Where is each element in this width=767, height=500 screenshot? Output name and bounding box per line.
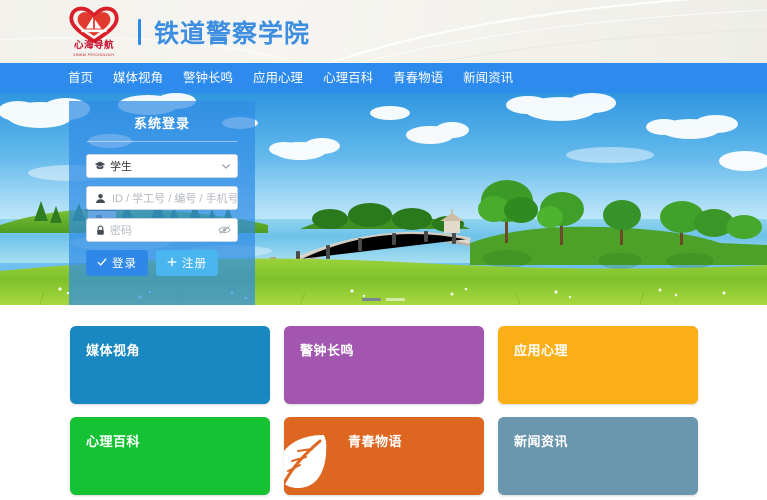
eye-slash-icon[interactable]	[218, 225, 231, 236]
card-news[interactable]: 新闻资讯	[498, 417, 698, 495]
brand[interactable]: 心海导航 XINHAI PSYCHOLOGY 铁道警察学院	[60, 0, 310, 63]
category-card-grid: 媒体视角 警钟长鸣 应用心理 心理百科 青春物语 新闻资讯	[70, 326, 698, 495]
password-input[interactable]: 密码	[86, 218, 238, 242]
card-media-perspective[interactable]: 媒体视角	[70, 326, 270, 404]
password-input-placeholder: 密码	[110, 225, 132, 237]
plus-icon	[167, 257, 177, 270]
nav-item-wiki[interactable]: 心理百科	[323, 63, 373, 93]
role-select[interactable]: 学生	[86, 154, 238, 178]
graduation-cap-icon	[93, 160, 107, 172]
logo-text: 心海导航	[73, 40, 114, 51]
check-icon	[97, 257, 107, 270]
lock-icon	[93, 225, 107, 236]
login-actions: 登录 注册	[86, 250, 238, 276]
site-title: 铁道警察学院	[154, 19, 311, 48]
leaf-icon	[284, 435, 327, 488]
card-youth-stories[interactable]: 青春物语	[284, 417, 484, 495]
nav-item-applied[interactable]: 应用心理	[253, 63, 303, 93]
account-input-placeholder: ID / 学工号 / 编号 / 手机号	[112, 193, 239, 205]
main-navigation: 首页 媒体视角 警钟长鸣 应用心理 心理百科 青春物语 新闻资讯	[0, 63, 767, 93]
card-label: 心理百科	[86, 434, 141, 449]
logo[interactable]: 心海导航 XINHAI PSYCHOLOGY	[60, 4, 128, 60]
login-panel-title: 系统登录	[133, 116, 190, 131]
nav-item-alarm[interactable]: 警钟长鸣	[183, 63, 233, 93]
brand-divider	[138, 18, 141, 45]
role-select-value: 学生	[110, 161, 132, 173]
nav-items: 首页 媒体视角 警钟长鸣 应用心理 心理百科 青春物语 新闻资讯	[68, 63, 513, 93]
heart-sailboat-icon	[69, 6, 119, 43]
register-button[interactable]: 注册	[156, 250, 218, 276]
carousel-dot-2[interactable]	[386, 298, 405, 301]
card-label: 青春物语	[348, 434, 403, 449]
login-title-divider	[87, 141, 237, 142]
carousel-indicators	[0, 298, 767, 301]
nav-item-home[interactable]: 首页	[68, 63, 93, 93]
logo-subtext: XINHAI PSYCHOLOGY	[73, 53, 115, 57]
card-label: 新闻资讯	[514, 434, 569, 449]
card-label: 警钟长鸣	[300, 343, 355, 358]
register-button-label: 注册	[182, 258, 207, 270]
site-header: 心海导航 XINHAI PSYCHOLOGY 铁道警察学院	[0, 0, 767, 63]
chevron-down-icon	[221, 161, 231, 171]
nav-item-news[interactable]: 新闻资讯	[463, 63, 513, 93]
card-applied-psychology[interactable]: 应用心理	[498, 326, 698, 404]
nav-item-youth[interactable]: 青春物语	[393, 63, 443, 93]
nav-item-media[interactable]: 媒体视角	[113, 63, 163, 93]
card-alarm-bell[interactable]: 警钟长鸣	[284, 326, 484, 404]
card-label: 应用心理	[514, 343, 569, 358]
login-button-label: 登录	[112, 258, 137, 270]
account-input[interactable]: ID / 学工号 / 编号 / 手机号	[86, 186, 239, 210]
page-root: 心海导航 XINHAI PSYCHOLOGY 铁道警察学院 首页 媒体视角 警钟…	[0, 0, 767, 500]
card-psychology-wiki[interactable]: 心理百科	[70, 417, 270, 495]
login-panel: 系统登录 学生 ID / 学工号 / 编号 / 手机号 密码 登录 注册	[69, 101, 255, 305]
user-icon	[93, 193, 107, 204]
card-label: 媒体视角	[86, 343, 141, 358]
login-button[interactable]: 登录	[86, 250, 148, 276]
carousel-dot-1[interactable]	[362, 298, 381, 301]
